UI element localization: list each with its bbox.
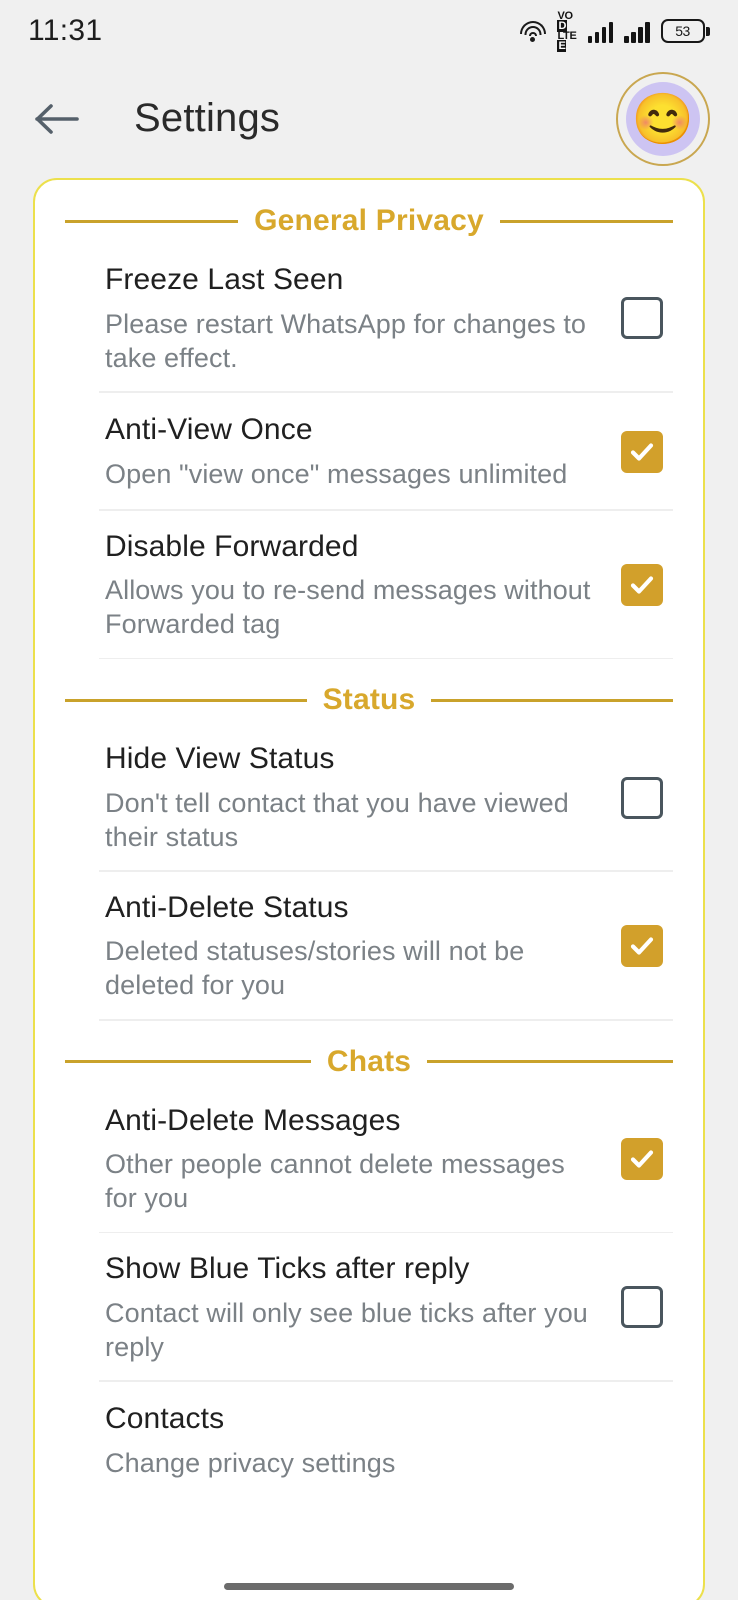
section-rule-left (65, 219, 239, 223)
status-bar: 11:31 VO D LTE E 53 (0, 0, 738, 62)
section-rule-right (431, 698, 674, 702)
setting-title: Show Blue Ticks after reply (105, 1252, 470, 1286)
setting-title: Contacts (105, 1402, 225, 1436)
setting-row-texts: Anti-Delete Messages Other people cannot … (105, 1103, 621, 1216)
setting-row[interactable]: Anti-View Once Open "view once" messages … (35, 393, 703, 511)
section-header: Chats (35, 1045, 703, 1079)
section-rule-right (499, 219, 674, 223)
setting-subtitle: Deleted statuses/stories will not be del… (105, 936, 525, 1001)
setting-row[interactable]: Anti-Delete Messages Other people cannot … (35, 1085, 703, 1234)
setting-row[interactable]: Freeze Last Seen Please restart WhatsApp … (35, 244, 703, 393)
wifi-icon (519, 20, 546, 42)
setting-subtitle: Change privacy settings (105, 1448, 396, 1479)
setting-title: Anti-Delete Status (105, 890, 349, 924)
volte-bottom-badge: E (557, 40, 567, 52)
setting-subtitle: Allows you to re-send messages without F… (105, 575, 591, 640)
section-header: Status (35, 683, 703, 717)
checkbox-checked[interactable] (621, 1137, 663, 1180)
setting-row-texts: Hide View Status Don't tell contact that … (105, 741, 621, 854)
setting-row[interactable]: Disable Forwarded Allows you to re-send m… (35, 511, 703, 660)
settings-card: General Privacy Freeze Last Seen Please re… (33, 178, 705, 1600)
checkbox-unchecked[interactable] (621, 776, 663, 819)
signal-bars-icon-2 (624, 20, 650, 43)
section-rule-left (65, 1060, 311, 1063)
section-rule-right (427, 1060, 674, 1063)
setting-subtitle: Contact will only see blue ticks after y… (105, 1297, 588, 1362)
setting-row-texts: Show Blue Ticks after reply Contact will … (105, 1251, 621, 1364)
app-bar: Settings 😊 (0, 62, 738, 175)
status-bar-icons: VO D LTE E 53 (519, 11, 710, 52)
gesture-nav-bar[interactable] (224, 1583, 514, 1590)
battery-icon: 53 (660, 19, 710, 43)
smiling-face-icon: 😊 (631, 90, 695, 147)
avatar: 😊 (626, 81, 700, 156)
setting-row[interactable]: Hide View Status Don't tell contact that … (35, 723, 703, 872)
signal-bars-icon-1 (587, 20, 613, 43)
setting-subtitle: Please restart WhatsApp for changes to t… (105, 308, 587, 373)
section-header-label: General Privacy (254, 204, 484, 237)
setting-row[interactable]: Anti-Delete Status Deleted statuses/stori… (35, 872, 703, 1021)
setting-title: Anti-View Once (105, 413, 313, 447)
setting-subtitle: Open "view once" messages unlimited (105, 458, 568, 489)
volte-icon: VO D LTE E (557, 11, 577, 52)
checkbox-unchecked[interactable] (621, 297, 663, 340)
phone-screen: 11:31 VO D LTE E 53 Settings 😊 General P… (0, 0, 738, 1600)
battery-level-label: 53 (675, 23, 690, 39)
setting-subtitle: Other people cannot delete messages for … (105, 1149, 565, 1214)
setting-row-texts: Disable Forwarded Allows you to re-send m… (105, 529, 621, 642)
setting-title: Disable Forwarded (105, 529, 359, 563)
checkbox-checked[interactable] (621, 563, 663, 606)
row-divider (99, 657, 673, 660)
row-divider (99, 1019, 673, 1021)
setting-row-texts: Contacts Change privacy settings (105, 1401, 673, 1480)
section-rule-left (65, 698, 307, 702)
setting-row[interactable]: Contacts Change privacy settings (35, 1382, 703, 1500)
setting-title: Freeze Last Seen (105, 263, 344, 296)
section-header-label: Chats (326, 1044, 412, 1078)
checkbox-unchecked[interactable] (621, 1286, 663, 1329)
setting-row-texts: Freeze Last Seen Please restart WhatsApp … (105, 262, 621, 375)
arrow-left-icon (34, 102, 80, 136)
section-header: General Privacy (35, 204, 703, 238)
back-button[interactable] (30, 92, 84, 146)
setting-row-texts: Anti-Delete Status Deleted statuses/stori… (105, 890, 621, 1003)
setting-title: Hide View Status (105, 742, 335, 776)
setting-subtitle: Don't tell contact that you have viewed … (105, 787, 569, 852)
setting-row[interactable]: Show Blue Ticks after reply Contact will … (35, 1233, 703, 1382)
status-bar-clock: 11:31 (28, 14, 103, 47)
profile-avatar[interactable]: 😊 (616, 71, 710, 166)
checkbox-checked[interactable] (621, 430, 663, 473)
page-title: Settings (134, 96, 281, 140)
section-header-label: Status (322, 683, 416, 717)
checkbox-checked[interactable] (621, 925, 663, 968)
setting-row-texts: Anti-View Once Open "view once" messages … (105, 412, 621, 491)
setting-title: Anti-Delete Messages (105, 1103, 401, 1137)
